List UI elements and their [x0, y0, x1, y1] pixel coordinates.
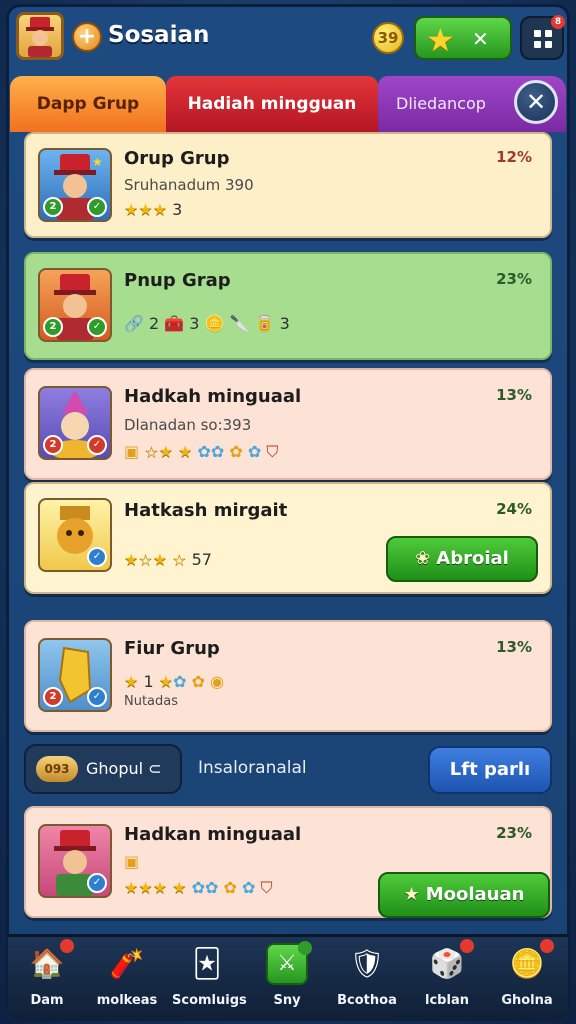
reward-icons: ★★★ ★ ✿✿ ✿ ✿ ⛉ [124, 878, 273, 897]
nav-item-home[interactable]: 🏠 Dam [12, 939, 82, 1019]
level-badge: 2 [43, 317, 63, 337]
item-icon: ▣ [124, 852, 140, 871]
character-thumbnail: 2 ✓ [38, 386, 112, 460]
item-title: Orup Grup [124, 148, 230, 169]
page-title: Sosaian [108, 22, 210, 48]
progress-percent: 13% [496, 638, 532, 656]
filter-bar: 093 Ghopul ⊂ Insaloranalal Lft parlı [24, 744, 552, 796]
nav-item-defense[interactable]: 🛡 Bcothoa [332, 943, 402, 1019]
level-badge: 2 [43, 197, 63, 217]
item-subtitle: Nutadas [124, 694, 179, 709]
flower-icon: ❀ [415, 548, 431, 569]
nav-item-shop[interactable]: ⚔ Sny [252, 941, 322, 1019]
reward-list: ★ 2 ✓ Orup Grup Sruhanadum 390 ★★★ 3 12%… [22, 132, 554, 932]
list-item[interactable]: 2 ✓ Fiur Grup ★ 1 ★✿ ✿ ◉ Nutadas 13% [24, 620, 552, 732]
character-thumbnail: ✓ [38, 824, 112, 898]
nav-item-games[interactable]: 🎲 lcblan [412, 939, 482, 1019]
item-title: Hatkash mirgait [124, 500, 288, 521]
check-icon: ✓ [87, 873, 107, 893]
nav-item-scroll[interactable]: 🧨 molkeas [92, 943, 162, 1019]
player-avatar[interactable] [16, 12, 64, 60]
item-title: Pnup Grap [124, 270, 231, 291]
group-filter-chip[interactable]: 093 Ghopul ⊂ [24, 744, 182, 794]
shield-icon: 🛡 [349, 947, 385, 980]
item-subtitle: Dlanadan so:393 [124, 416, 252, 434]
reward-icons: ★ 1 ★✿ ✿ ◉ [124, 672, 225, 691]
svg-text:★: ★ [92, 155, 103, 169]
progress-percent: 12% [496, 148, 532, 166]
scroll-icon: 🧨 [109, 947, 145, 980]
item-title: Hadkan minguaal [124, 824, 302, 845]
progress-percent: 24% [496, 500, 532, 518]
character-thumbnail: ✓ [38, 498, 112, 572]
chip-label: Ghopul ⊂ [86, 759, 162, 778]
top-header: + Sosaian 39 ★ ✕ 8 [0, 0, 576, 74]
progress-percent: 13% [496, 386, 532, 404]
character-thumbnail: 2 ✓ [38, 638, 112, 712]
menu-grid-button[interactable]: 8 [520, 15, 565, 60]
star-icon: ★ [403, 884, 420, 905]
item-title: Fiur Grup [124, 638, 220, 659]
character-thumbnail: ★ 2 ✓ [38, 148, 112, 222]
item-title: Hadkah minguaal [124, 386, 302, 407]
coin-icon[interactable]: 39 [372, 22, 404, 54]
filter-label: Insaloranalal [198, 758, 307, 778]
coin-icon: 🪙 [506, 939, 554, 985]
level-badge: 2 [43, 687, 63, 707]
progress-percent: 23% [496, 270, 532, 288]
house-icon: 🏠 [26, 939, 74, 985]
list-item[interactable]: 2 ✓ Hadkah minguaal Dlanadan so:393 ▣ ☆★… [24, 368, 552, 480]
progress-percent: 23% [496, 824, 532, 842]
character-thumbnail: 2 ✓ [38, 268, 112, 342]
star-rating: ★☆★ ☆ 57 [124, 550, 212, 569]
tab-weekly-reward[interactable]: Hadiah mingguan [166, 76, 378, 132]
nav-item-cards[interactable]: 🃏 Scomluigs [172, 943, 247, 1019]
check-icon: ✓ [87, 317, 107, 337]
star-rating: ★★★ 3 [124, 200, 183, 219]
tab-group[interactable]: Dapp Grup [10, 76, 166, 132]
filter-action-button[interactable]: Lft parlı [428, 746, 552, 794]
check-icon: ✓ [87, 547, 107, 567]
item-subtitle: Sruhanadum 390 [124, 176, 254, 194]
list-item[interactable]: ★ 2 ✓ Orup Grup Sruhanadum 390 ★★★ 3 12% [24, 132, 552, 238]
close-icon: ✕ [472, 27, 489, 51]
check-icon: ✓ [87, 435, 107, 455]
add-badge-button[interactable]: + [72, 22, 102, 52]
claim-button[interactable]: ❀ Abroial [386, 536, 538, 582]
star-reward-button[interactable]: ★ ✕ [414, 16, 512, 60]
check-icon: ✓ [87, 197, 107, 217]
sword-icon: ⚔ [266, 941, 312, 985]
level-badge: 2 [43, 435, 63, 455]
reward-icons: ▣ ☆★ ★ ✿✿ ✿ ✿ ⛉ [124, 442, 279, 461]
notification-badge: 8 [551, 15, 565, 29]
card-icon: 🃏 [192, 947, 222, 980]
grid-icon [534, 30, 541, 37]
tab-bar: Dapp Grup Hadiah mingguan Dliedancop [10, 76, 566, 132]
item-rewards: 🔗 2 🧰 3 🪙 🔪 🥫 3 [124, 314, 290, 333]
list-item[interactable]: ✓ Hatkash mirgait ★☆★ ☆ 57 24% ❀ Abroial [24, 482, 552, 594]
nav-item-coins[interactable]: 🪙 Gholna [492, 939, 562, 1019]
bottom-nav: 🏠 Dam 🧨 molkeas 🃏 Scomluigs ⚔ Sny 🛡 Bcot… [8, 934, 568, 1021]
star-icon: ★ [426, 21, 455, 59]
list-item[interactable]: 2 ✓ Pnup Grap 🔗 2 🧰 3 🪙 🔪 🥫 3 23% [24, 252, 552, 360]
dice-icon: 🎲 [426, 939, 474, 985]
close-panel-button[interactable]: ✕ [514, 80, 558, 124]
check-icon: ✓ [87, 687, 107, 707]
claim-button[interactable]: ★ Moolauan [378, 872, 550, 918]
list-item[interactable]: ✓ Hadkan minguaal ▣ ★★★ ★ ✿✿ ✿ ✿ ⛉ 23% ★… [24, 806, 552, 918]
coin-stack-icon: 093 [36, 756, 78, 782]
